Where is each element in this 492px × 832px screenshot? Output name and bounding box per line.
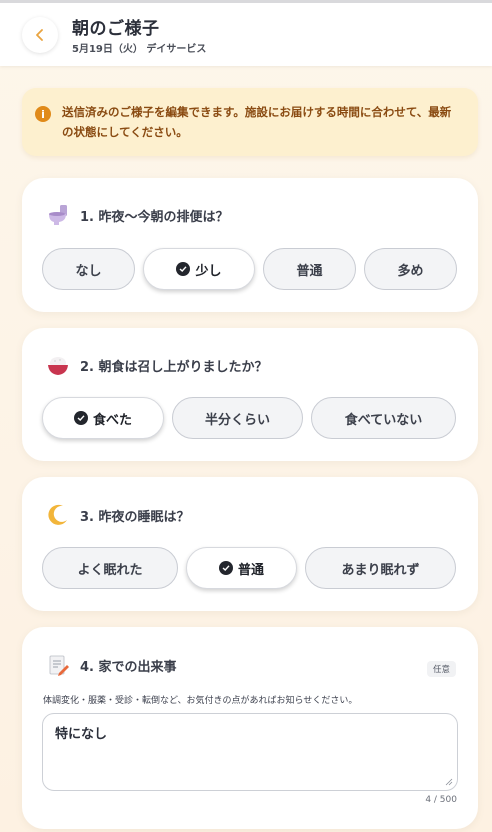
- question-title: 1. 昨夜〜今朝の排便は？: [80, 209, 229, 225]
- info-icon: i: [35, 106, 51, 122]
- option-slept-well[interactable]: よく眠れた: [42, 547, 178, 589]
- rice-bowl-icon: [48, 357, 68, 375]
- option-not-eaten[interactable]: 食べていない: [311, 397, 456, 439]
- notes-hint: 体調変化・服薬・受診・転倒など、お気付きの点があればお知らせください。: [43, 696, 358, 706]
- question-card-sleep: 3. 昨夜の睡眠は？ よく眠れた 普通 あまり眠れず: [22, 477, 478, 611]
- question-title: 2. 朝食は召し上がりましたか？: [80, 359, 268, 375]
- back-button[interactable]: [22, 17, 58, 53]
- option-little[interactable]: 少し: [143, 248, 255, 290]
- edit-notice: i 送信済みのご様子を編集できます。施設にお届けする時間に合わせて、最新の状態に…: [22, 88, 478, 156]
- char-counter: 4 / 500: [425, 795, 457, 805]
- check-icon: [218, 561, 233, 575]
- question-card-notes: 4. 家での出来事 任意 体調変化・服薬・受診・転倒など、お気付きの点があればお…: [22, 627, 478, 829]
- header-bar: 朝のご様子 5月19日（火） デイサービス: [0, 0, 492, 66]
- question-card-bowel: 1. 昨夜〜今朝の排便は？ なし 少し 普通 多め: [22, 178, 478, 312]
- option-none[interactable]: なし: [42, 248, 135, 290]
- question-title: 4. 家での出来事: [80, 659, 177, 675]
- check-icon: [176, 262, 191, 276]
- option-slept-poorly[interactable]: あまり眠れず: [305, 547, 456, 589]
- resize-handle-icon[interactable]: [445, 778, 453, 786]
- page-title: 朝のご様子: [72, 19, 160, 39]
- check-icon: [73, 411, 88, 425]
- option-much[interactable]: 多め: [364, 248, 457, 290]
- optional-badge: 任意: [426, 661, 456, 677]
- question-card-breakfast: 2. 朝食は召し上がりましたか？ 食べた 半分くらい 食べていない: [22, 328, 478, 461]
- option-ate[interactable]: 食べた: [42, 397, 164, 439]
- chevron-left-icon: [36, 29, 43, 41]
- question-title: 3. 昨夜の睡眠は？: [80, 509, 190, 525]
- notice-text: 送信済みのご様子を編集できます。施設にお届けする時間に合わせて、最新の状態にして…: [62, 105, 452, 139]
- option-half[interactable]: 半分くらい: [172, 397, 303, 439]
- toilet-icon: [49, 205, 67, 225]
- moon-icon: [48, 504, 67, 525]
- notes-textarea[interactable]: 特になし: [42, 713, 458, 791]
- option-normal[interactable]: 普通: [186, 547, 297, 589]
- memo-icon: [49, 655, 69, 676]
- option-normal[interactable]: 普通: [263, 248, 356, 290]
- notes-value: 特になし: [55, 727, 108, 742]
- page-subtitle: 5月19日（火） デイサービス: [72, 44, 207, 55]
